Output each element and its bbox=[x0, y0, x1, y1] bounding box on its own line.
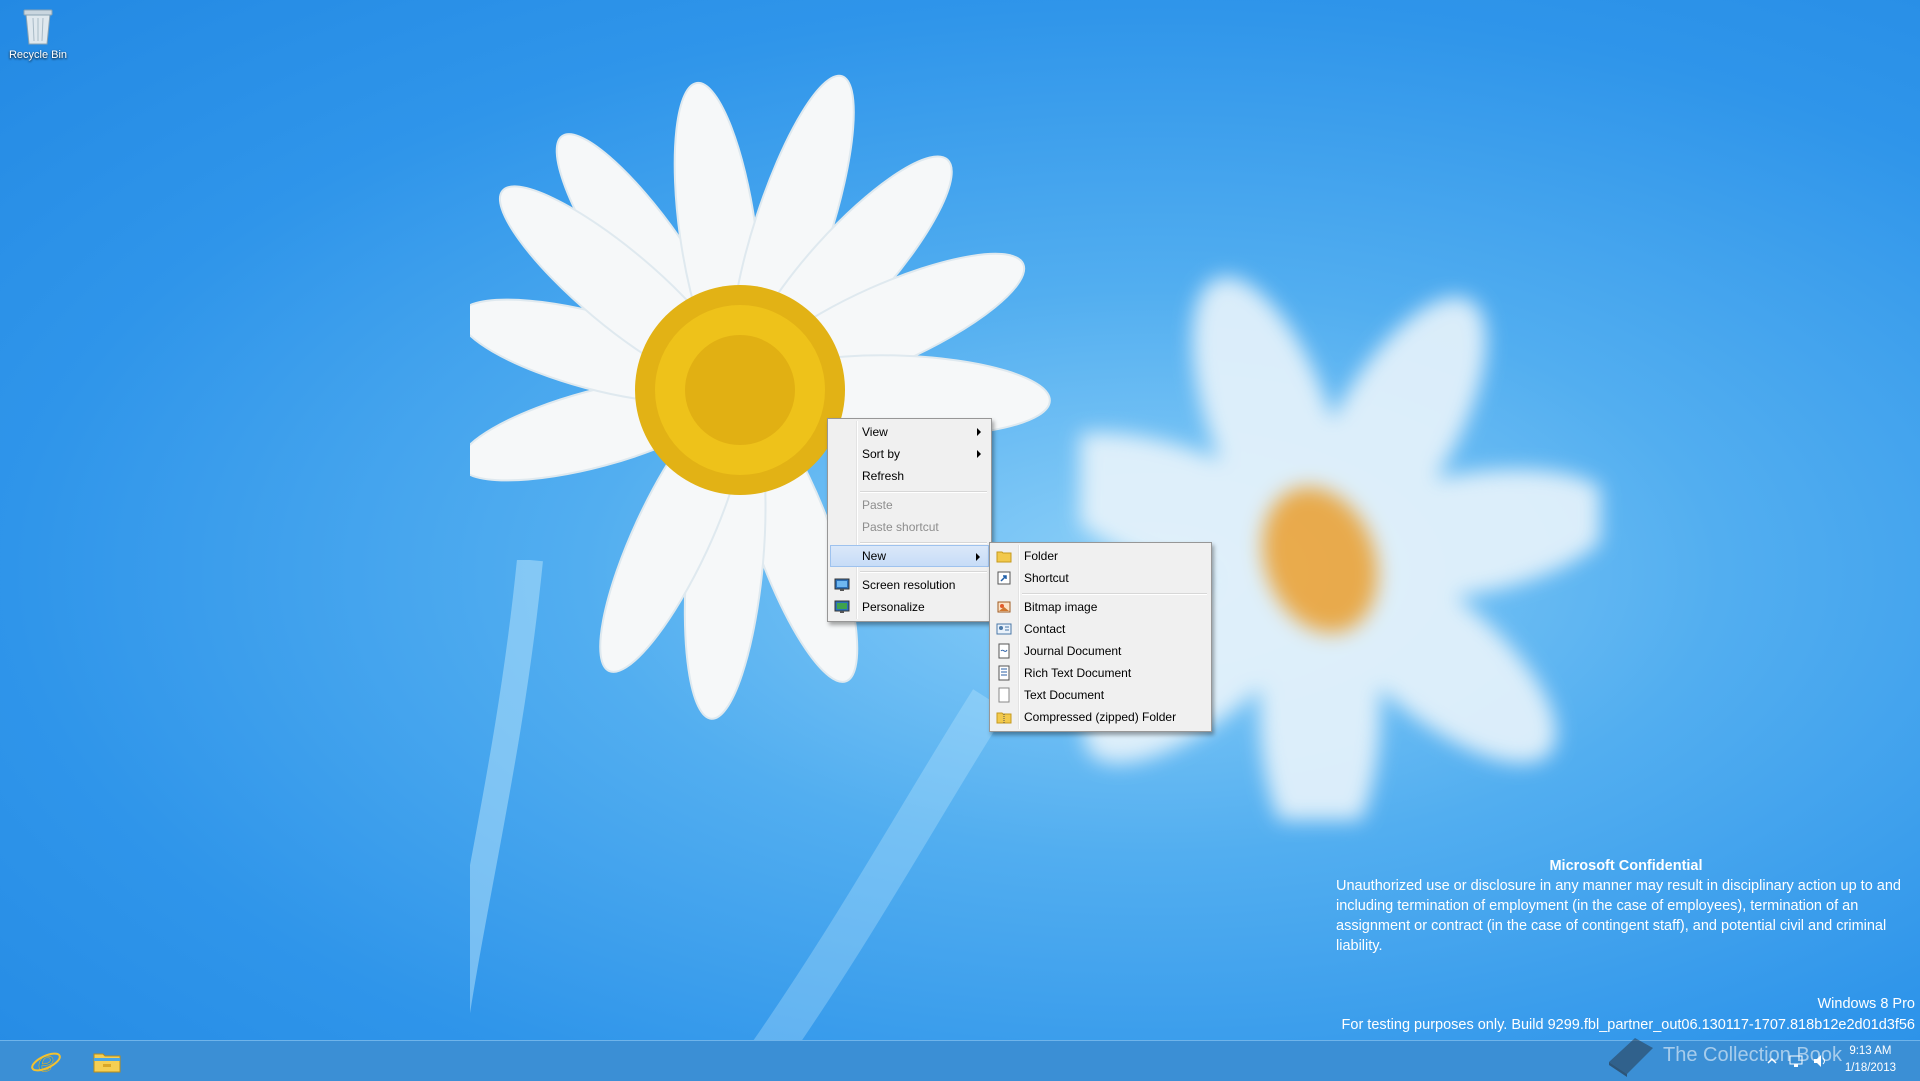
site-watermark: The Collection Book bbox=[1605, 1032, 1842, 1078]
menu-item-label: Compressed (zipped) Folder bbox=[1024, 710, 1177, 724]
menu-item-label: Paste shortcut bbox=[862, 520, 939, 534]
taskbar-file-explorer[interactable] bbox=[79, 1043, 135, 1079]
build-watermark: For testing purposes only. Build 9299.fb… bbox=[1341, 1017, 1915, 1033]
menu-item-label: Folder bbox=[1024, 549, 1059, 563]
menu-item-label: Text Document bbox=[1024, 688, 1105, 702]
taskbar-clock[interactable]: 9:13 AM 1/18/2013 bbox=[1845, 1043, 1896, 1077]
folder-icon bbox=[996, 551, 1012, 563]
svg-text:e: e bbox=[38, 1045, 55, 1077]
menu-item-label: New bbox=[862, 549, 887, 563]
menu-item-label: Bitmap image bbox=[1024, 600, 1098, 614]
menu-item-sort-by[interactable]: Sort by bbox=[830, 443, 989, 465]
menu-item-personalize[interactable]: Personalize bbox=[830, 596, 989, 618]
submenu-arrow-icon bbox=[977, 428, 981, 436]
new-item-bitmap-image[interactable]: Bitmap image bbox=[992, 596, 1209, 618]
new-item-shortcut[interactable]: Shortcut bbox=[992, 567, 1209, 589]
edition-watermark: Windows 8 Pro bbox=[1817, 996, 1915, 1012]
confidential-notice: Microsoft Confidential Unauthorized use … bbox=[1336, 856, 1916, 956]
menu-item-label: Journal Document bbox=[1024, 644, 1122, 658]
recycle-bin-shortcut[interactable]: Recycle Bin bbox=[4, 6, 72, 61]
bitmap-icon bbox=[997, 601, 1011, 613]
menu-item-view[interactable]: View bbox=[830, 421, 989, 443]
recycle-bin-label: Recycle Bin bbox=[8, 49, 68, 61]
recycle-bin-icon bbox=[23, 9, 53, 45]
new-item-text-document[interactable]: Text Document bbox=[992, 684, 1209, 706]
menu-item-new[interactable]: New bbox=[830, 545, 989, 567]
menu-item-paste-shortcut[interactable]: Paste shortcut bbox=[830, 516, 989, 538]
submenu-arrow-icon bbox=[976, 553, 980, 561]
new-item-compressed-folder[interactable]: Compressed (zipped) Folder bbox=[992, 706, 1209, 728]
menu-item-paste[interactable]: Paste bbox=[830, 494, 989, 516]
menu-item-label: Screen resolution bbox=[862, 578, 956, 592]
journal-icon bbox=[998, 643, 1010, 659]
menu-item-label: Rich Text Document bbox=[1024, 666, 1132, 680]
screen-resolution-icon bbox=[834, 578, 850, 591]
submenu-arrow-icon bbox=[977, 450, 981, 458]
menu-item-label: Personalize bbox=[862, 600, 925, 614]
menu-item-label: View bbox=[862, 425, 888, 439]
menu-separator bbox=[860, 491, 987, 493]
menu-separator bbox=[860, 542, 987, 544]
file-explorer-icon bbox=[93, 1053, 121, 1073]
notice-body: Unauthorized use or disclosure in any ma… bbox=[1336, 878, 1901, 954]
new-item-contact[interactable]: Contact bbox=[992, 618, 1209, 640]
menu-item-screen-resolution[interactable]: Screen resolution bbox=[830, 574, 989, 596]
clock-date: 1/18/2013 bbox=[1844, 1062, 1896, 1074]
desktop[interactable]: Recycle Bin View Sort by Refresh Paste P… bbox=[0, 0, 1920, 1040]
menu-separator bbox=[860, 571, 987, 573]
zip-folder-icon bbox=[996, 712, 1012, 724]
new-item-folder[interactable]: Folder bbox=[992, 545, 1209, 567]
desktop-context-menu: View Sort by Refresh Paste Paste shortcu… bbox=[827, 418, 992, 622]
menu-item-label: Contact bbox=[1024, 622, 1066, 636]
taskbar-internet-explorer[interactable]: e bbox=[18, 1043, 74, 1079]
clock-time: 9:13 AM bbox=[1849, 1045, 1892, 1057]
book-icon bbox=[1609, 1038, 1654, 1077]
rich-text-icon bbox=[998, 665, 1010, 681]
notice-title: Microsoft Confidential bbox=[1549, 858, 1703, 874]
internet-explorer-icon: e bbox=[31, 1045, 61, 1077]
contact-icon bbox=[996, 623, 1012, 635]
shortcut-icon bbox=[997, 571, 1011, 585]
new-item-rich-text-document[interactable]: Rich Text Document bbox=[992, 662, 1209, 684]
site-watermark-text: The Collection Book bbox=[1663, 1043, 1842, 1066]
wallpaper-flower-back bbox=[1080, 276, 1600, 820]
menu-separator bbox=[1022, 593, 1207, 595]
menu-item-label: Refresh bbox=[862, 469, 905, 483]
new-item-journal-document[interactable]: Journal Document bbox=[992, 640, 1209, 662]
new-submenu: Folder Shortcut Bitmap image Contact Jou… bbox=[989, 542, 1212, 732]
menu-item-label: Sort by bbox=[862, 447, 901, 461]
menu-item-label: Paste bbox=[862, 498, 893, 512]
menu-item-refresh[interactable]: Refresh bbox=[830, 465, 989, 487]
menu-item-label: Shortcut bbox=[1024, 571, 1069, 585]
personalize-icon bbox=[834, 600, 850, 613]
text-document-icon bbox=[998, 687, 1010, 703]
